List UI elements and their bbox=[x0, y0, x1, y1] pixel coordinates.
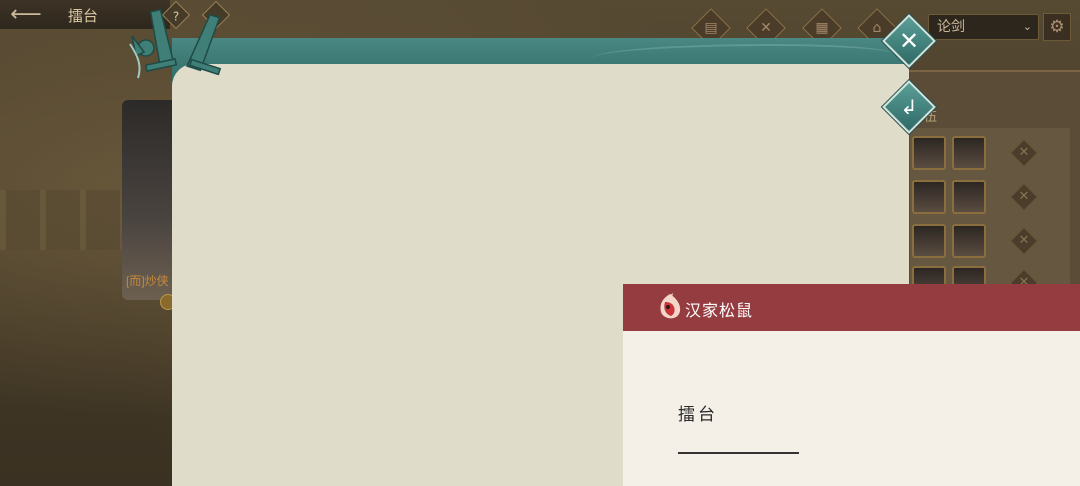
mode-select-value: 论剑 bbox=[937, 19, 965, 35]
remove-icon[interactable]: ✕ bbox=[1009, 226, 1039, 256]
team-list: ✕ ✕ ✕ ✕ bbox=[910, 128, 1070, 302]
squirrel-logo-icon bbox=[660, 293, 681, 319]
team-avatar[interactable] bbox=[912, 180, 946, 214]
remove-icon[interactable]: ✕ bbox=[1009, 138, 1039, 168]
return-arrow-icon: ↲ bbox=[900, 95, 918, 119]
arrow-left-icon: ⟵ bbox=[10, 2, 42, 27]
close-icon: ✕ bbox=[898, 27, 920, 55]
title-underline bbox=[678, 452, 799, 454]
crossed-swords-decoration-icon bbox=[129, 8, 222, 79]
team-avatar[interactable] bbox=[912, 136, 946, 170]
remove-icon[interactable]: ✕ bbox=[1009, 182, 1039, 212]
page-title: 擂台 bbox=[68, 7, 99, 25]
team-avatar[interactable] bbox=[952, 136, 986, 170]
settings-button[interactable]: ⚙ bbox=[1043, 13, 1071, 41]
gear-icon: ⚙ bbox=[1049, 17, 1065, 37]
hero-name: [而]炒侠 bbox=[126, 274, 169, 288]
chevron-down-icon: ⌄ bbox=[1022, 20, 1032, 33]
team-avatar[interactable] bbox=[952, 224, 986, 258]
web-panel-header: 汉家松鼠 bbox=[623, 284, 1080, 331]
back-button[interactable]: ⟵ bbox=[8, 3, 44, 27]
team-avatar[interactable] bbox=[912, 224, 946, 258]
team-avatar[interactable] bbox=[952, 180, 986, 214]
web-panel-title: 擂台 bbox=[678, 405, 718, 425]
web-panel: 汉家松鼠 擂台 bbox=[623, 284, 1080, 486]
mode-select[interactable]: 论剑 ⌄ bbox=[928, 14, 1039, 40]
brand-name: 汉家松鼠 bbox=[685, 301, 754, 320]
